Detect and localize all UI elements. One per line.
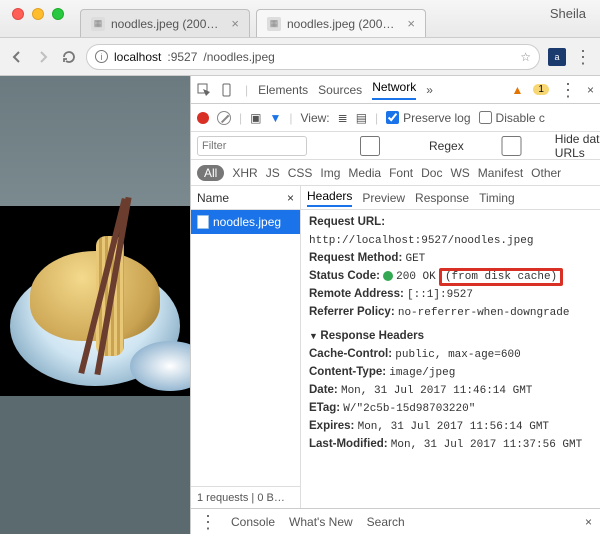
detail-tabs: Headers Preview Response Timing [301,186,600,210]
browser-tab-1[interactable]: ▦ noodles.jpeg (200×200) × [256,9,426,37]
tab-timing[interactable]: Timing [479,191,515,205]
reload-button[interactable] [60,48,78,66]
file-icon [197,215,209,229]
device-icon[interactable] [221,83,235,97]
url-port: :9527 [167,50,197,64]
tab-response[interactable]: Response [415,191,469,205]
request-name: noodles.jpeg [213,215,281,229]
clear-button[interactable] [217,111,231,125]
window-titlebar: ▦ noodles.jpeg (200×200) × ▦ noodles.jpe… [0,0,600,38]
network-type-filter: All XHR JS CSS Img Media Font Doc WS Man… [191,160,600,186]
browser-tab-0[interactable]: ▦ noodles.jpeg (200×200) × [80,9,250,37]
close-window-button[interactable] [12,8,24,20]
noodles-image [0,206,190,396]
drawer-console[interactable]: Console [231,515,275,529]
hide-data-urls-checkbox[interactable]: Hide data URLs [472,132,600,160]
site-info-icon[interactable]: i [95,50,108,63]
axe-extension-icon[interactable]: a [548,48,566,66]
type-ws[interactable]: WS [450,166,469,180]
disable-cache-checkbox[interactable]: Disable c [479,111,545,125]
devtools-drawer: ⋮ Console What's New Search × [191,508,600,534]
filter-input[interactable] [197,136,307,156]
tab-network[interactable]: Network [372,80,416,100]
record-button[interactable] [197,112,209,124]
preserve-log-checkbox[interactable]: Preserve log [386,111,470,125]
tab-sources[interactable]: Sources [318,83,362,97]
menu-icon[interactable]: ⋮ [574,50,592,64]
network-main: Name × noodles.jpeg 1 requests | 0 B… He… [191,186,600,508]
tab-strip: ▦ noodles.jpeg (200×200) × ▦ noodles.jpe… [74,0,540,37]
request-detail: Headers Preview Response Timing Request … [301,186,600,508]
type-other[interactable]: Other [531,166,561,180]
profile-name[interactable]: Sheila [540,0,600,21]
type-font[interactable]: Font [389,166,413,180]
tab-close-icon[interactable]: × [407,16,415,31]
view-waterfall-icon[interactable]: ▤ [356,111,367,125]
devtools-menu-icon[interactable]: ⋮ [559,83,577,97]
network-filterbar: Regex Hide data URLs [191,132,600,160]
devtools-tabbar: | Elements Sources Network » ▲1 ⋮ × [191,76,600,104]
tab-title: noodles.jpeg (200×200) [111,17,225,31]
type-all[interactable]: All [197,165,224,181]
view-label: View: [300,111,329,125]
network-toolbar: | ▣ ▼ | View: ≣ ▤ | Preserve log Disable… [191,104,600,132]
file-icon: ▦ [91,17,105,31]
back-button[interactable] [8,48,26,66]
bookmark-icon[interactable]: ☆ [520,50,531,64]
tab-preview[interactable]: Preview [362,191,405,205]
network-status-bar: 1 requests | 0 B… [191,486,300,508]
devtools-close-icon[interactable]: × [587,83,594,97]
cache-highlight: (from disk cache) [439,268,563,286]
screenshot-icon[interactable]: ▣ [250,111,261,125]
view-large-icon[interactable]: ≣ [338,111,348,125]
tab-close-icon[interactable]: × [231,16,239,31]
response-headers-section[interactable]: Response Headers [309,328,592,346]
type-xhr[interactable]: XHR [232,166,257,180]
file-icon: ▦ [267,17,281,31]
drawer-whats-new[interactable]: What's New [289,515,353,529]
inspect-icon[interactable] [197,83,211,97]
close-column-icon[interactable]: × [287,191,294,205]
tab-headers[interactable]: Headers [307,189,352,207]
regex-checkbox[interactable]: Regex [315,136,464,156]
content-area: | Elements Sources Network » ▲1 ⋮ × | ▣ … [0,76,600,534]
name-column-header[interactable]: Name × [191,186,300,210]
drawer-search[interactable]: Search [367,515,405,529]
drawer-close-icon[interactable]: × [585,515,592,529]
type-doc[interactable]: Doc [421,166,442,180]
status-dot-icon [383,271,393,281]
type-img[interactable]: Img [320,166,340,180]
minimize-window-button[interactable] [32,8,44,20]
devtools-panel: | Elements Sources Network » ▲1 ⋮ × | ▣ … [190,76,600,534]
type-css[interactable]: CSS [288,166,313,180]
tab-more[interactable]: » [426,83,433,97]
maximize-window-button[interactable] [52,8,64,20]
request-list: Name × noodles.jpeg 1 requests | 0 B… [191,186,301,508]
forward-button[interactable] [34,48,52,66]
type-media[interactable]: Media [348,166,381,180]
filter-toggle-icon[interactable]: ▼ [269,111,281,125]
address-bar[interactable]: i localhost :9527/noodles.jpeg ☆ [86,44,540,70]
tab-title: noodles.jpeg (200×200) [287,17,401,31]
type-js[interactable]: JS [266,166,280,180]
type-manifest[interactable]: Manifest [478,166,523,180]
tab-elements[interactable]: Elements [258,83,308,97]
headers-body: Request URL: http://localhost:9527/noodl… [301,210,600,508]
traffic-lights [0,0,74,20]
warning-count: 1 [533,84,549,95]
image-viewer [0,76,190,534]
warning-icon[interactable]: ▲ [512,83,524,97]
toolbar: i localhost :9527/noodles.jpeg ☆ a ⋮ [0,38,600,76]
request-row[interactable]: noodles.jpeg [191,210,300,234]
url-host: localhost [114,50,161,64]
drawer-menu-icon[interactable]: ⋮ [199,515,217,529]
url-path: /noodles.jpeg [203,50,274,64]
